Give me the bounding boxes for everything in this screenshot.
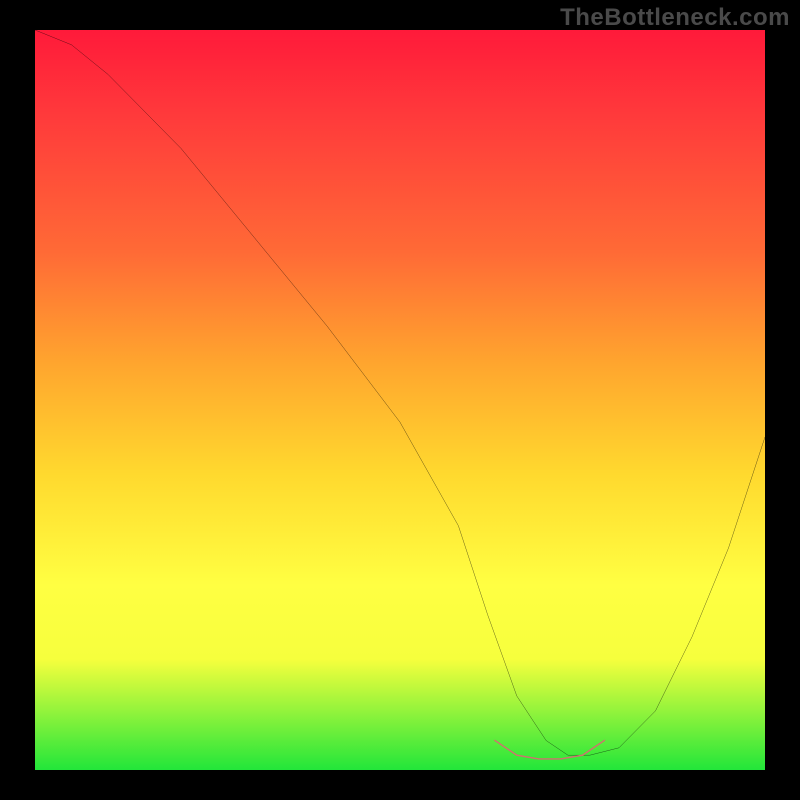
optimal-zone-marker [495, 740, 605, 759]
chart-frame: TheBottleneck.com [0, 0, 800, 800]
chart-plot [35, 30, 765, 770]
bottleneck-curve [35, 30, 765, 755]
watermark-text: TheBottleneck.com [560, 4, 790, 32]
